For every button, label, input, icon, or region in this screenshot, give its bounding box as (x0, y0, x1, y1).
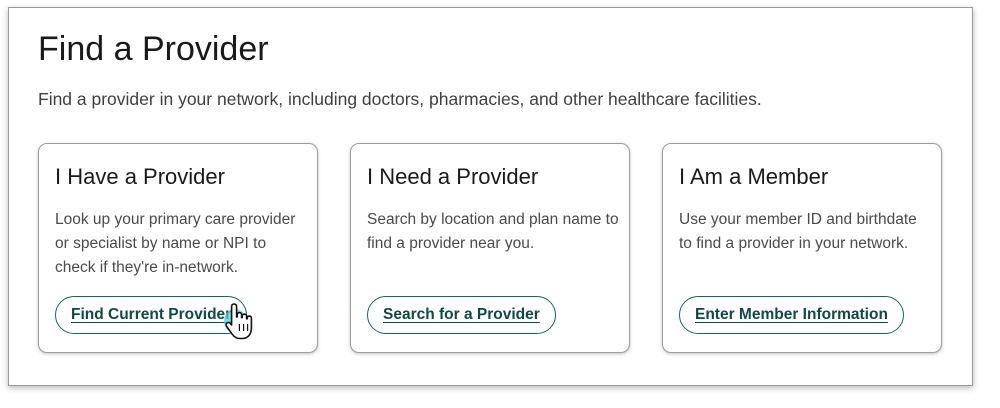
card-need-provider: I Need a Provider Search by location and… (350, 143, 630, 353)
card-title: I Have a Provider (55, 164, 225, 189)
find-provider-panel: Find a Provider Find a provider in your … (8, 7, 973, 386)
page-title: Find a Provider (38, 30, 269, 68)
card-member: I Am a Member Use your member ID and bir… (662, 143, 942, 353)
page-subtitle: Find a provider in your network, includi… (38, 89, 762, 109)
card-description: Search by location and plan name to find… (367, 211, 619, 252)
card-title: I Need a Provider (367, 164, 539, 189)
search-for-provider-button[interactable]: Search for a Provider (367, 296, 556, 334)
card-have-provider: I Have a Provider Look up your primary c… (38, 143, 318, 353)
card-description: Use your member ID and birthdate to find… (679, 211, 917, 252)
find-current-provider-button[interactable]: Find Current Provider (55, 296, 248, 334)
card-description: Look up your primary care provider or sp… (55, 211, 296, 276)
enter-member-information-button[interactable]: Enter Member Information (679, 296, 904, 334)
card-title: I Am a Member (679, 164, 829, 189)
